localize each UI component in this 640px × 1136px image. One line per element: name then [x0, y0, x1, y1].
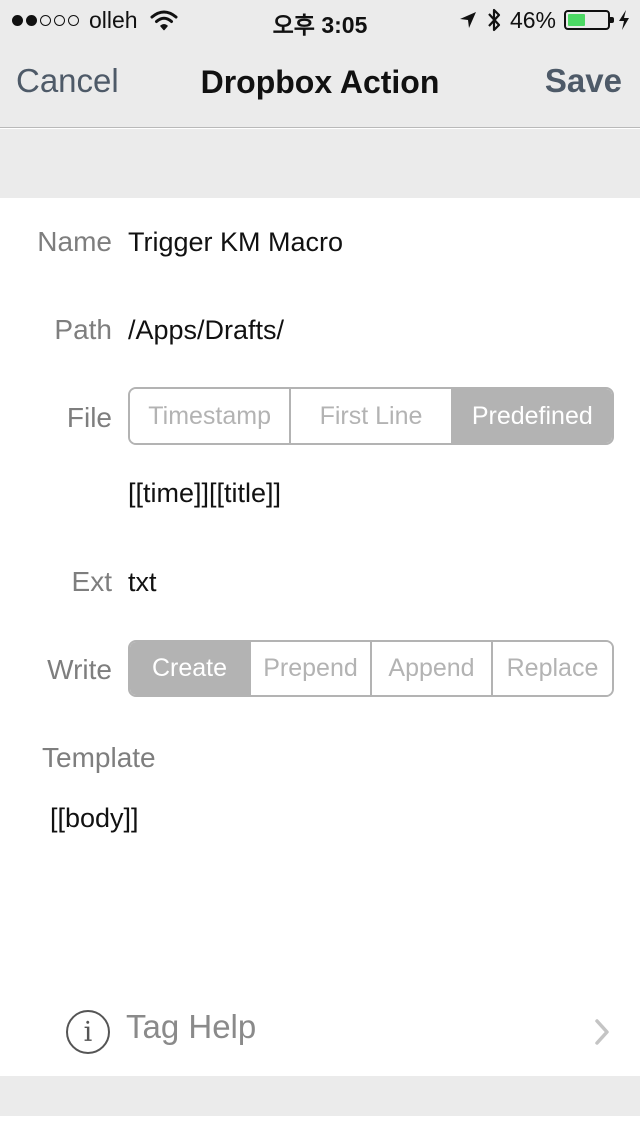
charging-bolt-icon [619, 10, 629, 30]
ext-field[interactable]: txt [128, 567, 157, 598]
battery-nub [610, 17, 614, 23]
predefined-filename-field[interactable]: [[time]][[title]] [128, 478, 281, 509]
navigation-bar: Cancel Dropbox Action Save [0, 40, 640, 128]
path-label: Path [54, 314, 112, 345]
template-field[interactable]: [[body]] [50, 803, 139, 834]
status-bar: olleh 오후 3:05 46% [0, 0, 640, 40]
chevron-right-icon [595, 1019, 609, 1045]
segment-first-line[interactable]: First Line [291, 389, 453, 443]
tag-help-row[interactable]: i Tag Help [0, 990, 640, 1076]
bottom-band [0, 1076, 640, 1116]
file-label: File [66, 402, 112, 433]
battery-percent: 46% [509, 6, 556, 33]
name-label: Name [37, 226, 112, 257]
save-button[interactable]: Save [545, 62, 622, 100]
segment-predefined[interactable]: Predefined [452, 389, 612, 443]
bluetooth-icon [488, 8, 501, 32]
location-arrow-icon [459, 12, 476, 28]
tag-help-label: Tag Help [126, 1008, 257, 1045]
segment-append[interactable]: Append [372, 642, 493, 695]
ext-label: Ext [71, 566, 112, 597]
segment-timestamp[interactable]: Timestamp [130, 389, 292, 443]
section-header-band [0, 129, 640, 198]
bottom-spacer [0, 1116, 640, 1136]
battery-icon [564, 10, 614, 30]
status-right: 46% [458, 6, 630, 34]
battery-fill [568, 14, 586, 26]
path-field[interactable]: /Apps/Drafts/ [128, 315, 284, 346]
write-label: Write [47, 654, 112, 685]
segment-replace[interactable]: Replace [493, 642, 612, 695]
segment-create[interactable]: Create [130, 642, 251, 695]
info-icon: i [66, 1010, 110, 1054]
template-label: Template [42, 742, 156, 773]
file-naming-control: Timestamp First Line Predefined [128, 387, 614, 445]
segment-prepend[interactable]: Prepend [251, 642, 372, 695]
name-field[interactable]: Trigger KM Macro [128, 227, 343, 258]
write-mode-control: Create Prepend Append Replace [128, 640, 614, 697]
